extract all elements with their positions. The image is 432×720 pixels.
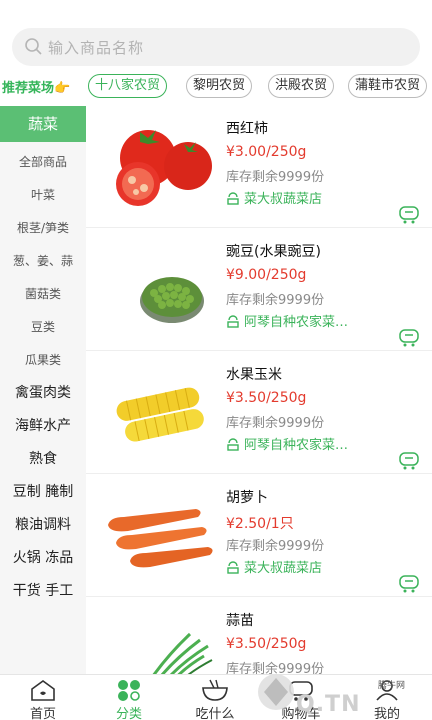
sidebar-item-vegetables[interactable]: 蔬菜	[0, 106, 86, 142]
shop-name: 菜大叔蔬菜店	[244, 561, 323, 576]
product-list: 西红柿 ¥3.00/250g 库存剩余9999份 菜大叔蔬菜店 豌豆(水果豌豆)…	[86, 106, 432, 674]
carrot-image	[108, 509, 213, 568]
sidebar-item-all[interactable]: 全部商品	[0, 146, 86, 179]
market-chip-puxieshi[interactable]: 蒲鞋市农贸	[348, 74, 428, 98]
product-price: ¥3.50/250g	[226, 636, 307, 652]
tomato-image	[116, 130, 212, 206]
sidebar-item-hotpot-frozen[interactable]: 火锅 冻品	[0, 542, 86, 575]
watermark-brand: Q.TN	[296, 692, 361, 717]
product-card[interactable]: 水果玉米 ¥3.50/250g 库存剩余9999份 阿琴自种农家菜…	[86, 352, 432, 474]
watermark-small-text: 腾牛网	[378, 681, 406, 691]
product-card[interactable]: 蒜苗 ¥3.50/250g 库存剩余9999份	[86, 598, 432, 674]
search-placeholder: 输入商品名称	[48, 39, 145, 57]
market-selector: 推荐菜场👉 十八家农贸 黎明农贸 洪殿农贸 蒲鞋市农贸	[0, 72, 432, 102]
sidebar-item-beans[interactable]: 豆类	[0, 311, 86, 344]
product-name: 豌豆(水果豌豆)	[226, 244, 321, 260]
market-chip-liming[interactable]: 黎明农贸	[186, 74, 253, 98]
product-name: 蒜苗	[226, 613, 254, 629]
add-to-cart-icon[interactable]	[398, 573, 420, 593]
product-name: 水果玉米	[226, 367, 282, 383]
shop-name: 阿琴自种农家菜…	[244, 438, 349, 453]
search-input[interactable]: 输入商品名称	[12, 28, 420, 66]
tab-label: 分类	[115, 707, 142, 720]
product-name: 胡萝卜	[226, 490, 268, 506]
category-sidebar: 蔬菜 全部商品 叶菜 根茎/笋类 葱、姜、蒜 菌菇类 豆类 瓜果类 禽蛋肉类 海…	[0, 106, 86, 674]
tab-label: 首页	[29, 707, 56, 720]
home-icon	[31, 680, 55, 701]
product-stock: 库存剩余9999份	[226, 416, 325, 431]
product-name: 西红柿	[226, 121, 268, 137]
garlic-sprout-image	[152, 632, 213, 674]
shop-name: 阿琴自种农家菜…	[244, 315, 349, 330]
search-bar: 输入商品名称	[0, 0, 432, 70]
add-to-cart-icon[interactable]	[398, 204, 420, 224]
product-price: ¥2.50/1只	[226, 516, 294, 532]
corn-image	[116, 387, 204, 442]
product-card[interactable]: 胡萝卜 ¥2.50/1只 库存剩余9999份 菜大叔蔬菜店	[86, 475, 432, 597]
shop-link[interactable]: 阿琴自种农家菜…	[226, 311, 386, 330]
shop-link[interactable]: 菜大叔蔬菜店	[226, 557, 386, 576]
shop-icon	[227, 192, 239, 205]
shop-icon	[227, 561, 239, 574]
sidebar-item-tofu-pickles[interactable]: 豆制 腌制	[0, 476, 86, 509]
product-card[interactable]: 豌豆(水果豌豆) ¥9.00/250g 库存剩余9999份 阿琴自种农家菜…	[86, 229, 432, 351]
shop-icon	[227, 315, 239, 328]
recommended-markets-label: 推荐菜场👉	[2, 81, 71, 96]
product-price: ¥3.00/250g	[226, 144, 307, 160]
sidebar-item-roots[interactable]: 根茎/笋类	[0, 212, 86, 245]
sidebar-item-leafy[interactable]: 叶菜	[0, 179, 86, 212]
tab-home[interactable]: 首页	[0, 675, 86, 720]
sidebar-item-aromatics[interactable]: 葱、姜、蒜	[0, 245, 86, 278]
tab-category[interactable]: 分类	[86, 675, 172, 720]
shop-link[interactable]: 阿琴自种农家菜…	[226, 434, 386, 453]
sidebar-item-seafood[interactable]: 海鲜水产	[0, 410, 86, 443]
sidebar-item-grain-oil[interactable]: 粮油调料	[0, 509, 86, 542]
sidebar-item-meat-eggs[interactable]: 禽蛋肉类	[0, 377, 86, 410]
sidebar-item-deli[interactable]: 熟食	[0, 443, 86, 476]
sidebar-item-melons[interactable]: 瓜果类	[0, 344, 86, 377]
tab-what-to-eat[interactable]: 吃什么	[172, 675, 258, 720]
search-icon	[25, 38, 42, 55]
tab-label: 吃什么	[195, 707, 235, 720]
category-icon	[118, 680, 140, 701]
add-to-cart-icon[interactable]	[398, 450, 420, 470]
bowl-icon	[202, 679, 228, 701]
shop-name: 菜大叔蔬菜店	[244, 192, 323, 207]
product-price: ¥9.00/250g	[226, 267, 307, 283]
shop-link[interactable]: 菜大叔蔬菜店	[226, 188, 386, 207]
sidebar-item-dried-handmade[interactable]: 干货 手工	[0, 575, 86, 608]
add-to-cart-icon[interactable]	[398, 327, 420, 347]
market-chip-hongdian[interactable]: 洪殿农贸	[268, 74, 335, 98]
shop-icon	[227, 438, 239, 451]
product-stock: 库存剩余9999份	[226, 293, 325, 308]
peas-image	[140, 277, 204, 323]
product-stock: 库存剩余9999份	[226, 539, 325, 554]
market-chip-shibajia[interactable]: 十八家农贸	[88, 74, 168, 98]
product-price: ¥3.50/250g	[226, 390, 307, 406]
sidebar-item-mushrooms[interactable]: 菌菇类	[0, 278, 86, 311]
product-card[interactable]: 西红柿 ¥3.00/250g 库存剩余9999份 菜大叔蔬菜店	[86, 106, 432, 228]
product-stock: 库存剩余9999份	[226, 170, 325, 185]
